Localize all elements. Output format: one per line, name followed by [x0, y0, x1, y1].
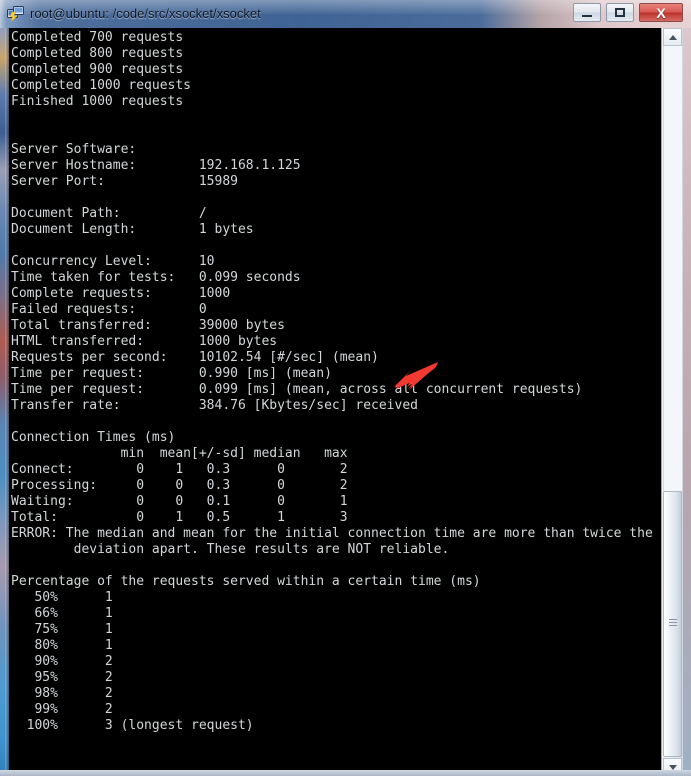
maximize-button[interactable] [606, 3, 634, 22]
window-title: root@ubuntu: /code/src/xsocket/xsocket [30, 6, 261, 21]
terminal-screen[interactable]: Completed 700 requests Completed 800 req… [9, 28, 661, 776]
terminal-window: root@ubuntu: /code/src/xsocket/xsocket X… [0, 0, 691, 776]
putty-terminal-icon [7, 6, 24, 23]
title-bar[interactable]: root@ubuntu: /code/src/xsocket/xsocket X [0, 0, 691, 28]
scrollbar-track-upper[interactable] [663, 46, 682, 491]
close-button[interactable]: X [639, 3, 683, 22]
window-right-border [683, 28, 691, 776]
chevron-down-icon [668, 764, 677, 770]
scrollbar-thumb[interactable] [663, 491, 682, 757]
maximize-icon [607, 4, 633, 21]
scrollbar-grip-icon [669, 619, 677, 629]
minimize-button[interactable] [573, 3, 601, 22]
vertical-scrollbar[interactable] [661, 28, 683, 776]
terminal-output: Completed 700 requests Completed 800 req… [11, 30, 661, 733]
chevron-up-icon [668, 34, 677, 40]
close-icon: X [656, 4, 666, 21]
scroll-up-arrow[interactable] [663, 28, 682, 46]
window-bottom-border [0, 770, 691, 776]
minimize-icon [574, 4, 600, 21]
